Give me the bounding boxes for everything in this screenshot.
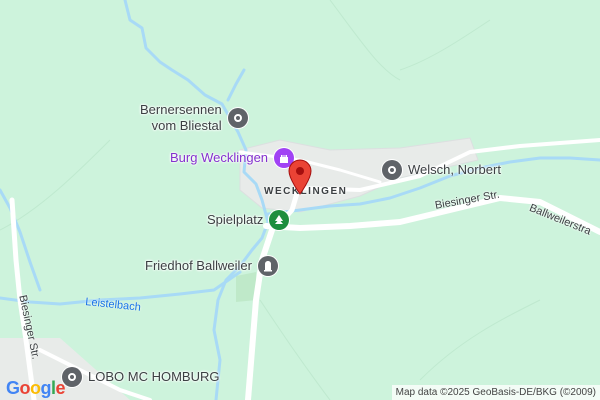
poi-welsch-label: Welsch, Norbert [408, 162, 501, 177]
poi-welsch-norbert[interactable]: Welsch, Norbert [382, 160, 501, 180]
location-pin-icon [382, 160, 402, 180]
map-attribution: Map data ©2025 GeoBasis-DE/BKG (©2009) [391, 385, 600, 400]
poi-burg-label: Burg Wecklingen [170, 150, 269, 165]
poi-lobo-mc-homburg[interactable]: LOBO MC HOMBURG [62, 367, 219, 387]
poi-burg-wecklingen[interactable]: Burg Wecklingen [170, 148, 295, 168]
poi-lobo-label: LOBO MC HOMBURG [88, 369, 220, 384]
stream-north [123, 0, 270, 400]
red-map-marker-icon[interactable] [287, 159, 313, 195]
poi-bernersennen-label-2: vom Bliestal [151, 118, 222, 133]
cemetery-icon [257, 256, 278, 276]
poi-friedhof-ballweiler[interactable]: Friedhof Ballweiler [145, 256, 278, 276]
map-base-layer [0, 0, 600, 400]
poi-spielplatz-label: Spielplatz [207, 212, 264, 227]
poi-spielplatz[interactable]: Spielplatz [207, 210, 290, 230]
location-pin-icon [227, 108, 248, 128]
google-logo: Google [6, 378, 66, 399]
tree-icon [269, 210, 290, 230]
google-logo-text: Google [6, 378, 66, 398]
map-canvas[interactable]: Bernersennen vom Bliestal Burg Wecklinge… [0, 0, 600, 400]
stream-north-branch [226, 68, 246, 102]
poi-friedhof-label: Friedhof Ballweiler [145, 258, 252, 273]
poi-bernersennen[interactable]: Bernersennen vom Bliestal [140, 102, 248, 134]
poi-bernersennen-label-1: Bernersennen [140, 102, 222, 117]
